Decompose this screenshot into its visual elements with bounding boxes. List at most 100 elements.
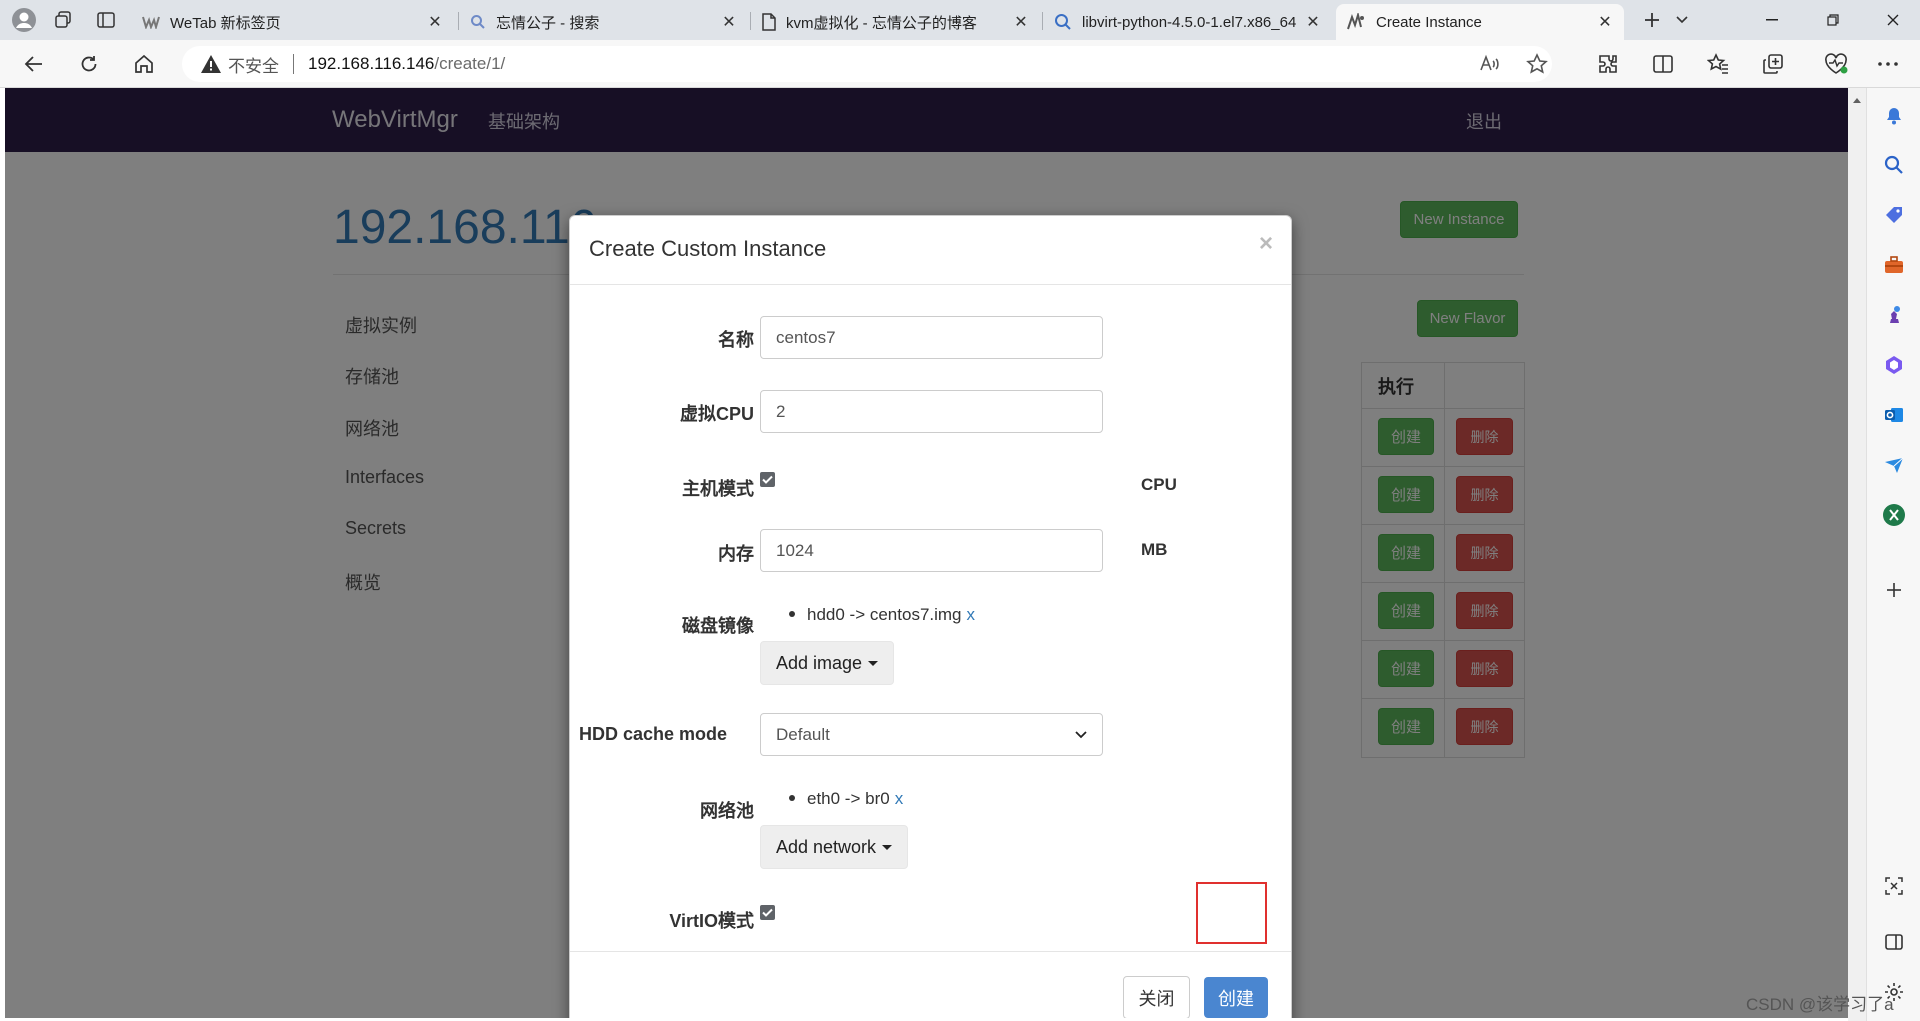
vertical-tabs-icon[interactable]	[90, 4, 122, 36]
tab-search[interactable]: 忘情公子 - 搜索 ✕	[460, 4, 748, 40]
watermark-text: CSDN @该学习了a	[1746, 995, 1894, 1014]
read-aloud-icon[interactable]	[1478, 53, 1500, 75]
screenshot-capture-icon[interactable]	[1880, 872, 1908, 900]
notification-bell-icon[interactable]	[1880, 101, 1908, 129]
profile-avatar-icon[interactable]	[8, 4, 40, 36]
remove-network-link[interactable]: x	[895, 789, 904, 808]
host-mode-unit: CPU	[1141, 475, 1177, 494]
tab-separator	[750, 12, 751, 30]
tab-close-icon[interactable]: ✕	[1012, 13, 1030, 31]
memory-unit: MB	[1141, 540, 1168, 559]
outlook-icon[interactable]	[1880, 401, 1908, 429]
add-image-dropdown[interactable]: Add image	[760, 641, 895, 685]
highlight-annotation-box	[1196, 882, 1267, 944]
modal-title: Create Custom Instance	[589, 236, 827, 261]
document-icon	[762, 13, 776, 31]
modal-header: Create Custom Instance ×	[570, 216, 1291, 285]
browser-essentials-icon[interactable]	[1818, 48, 1854, 80]
shopping-tag-icon[interactable]	[1880, 201, 1908, 229]
scroll-up-arrow-icon	[1853, 98, 1861, 103]
address-bar[interactable]: 不安全 192.168.116.146/create/1/	[182, 46, 1552, 82]
tab-kvm-blog[interactable]: kvm虚拟化 - 忘情公子的博客 ✕	[752, 4, 1040, 40]
disk-image-label: 磁盘镜像	[682, 616, 754, 636]
tab-wetab[interactable]: WeTab 新标签页 ✕	[132, 4, 454, 40]
close-button[interactable]: 关闭	[1123, 976, 1190, 1018]
wetab-icon	[142, 15, 160, 29]
tab-close-icon[interactable]: ✕	[720, 13, 738, 31]
tab-title: kvm虚拟化 - 忘情公子的博客	[786, 14, 977, 32]
search-icon	[470, 14, 486, 30]
caret-down-icon	[882, 844, 893, 850]
workspaces-icon[interactable]	[47, 4, 79, 36]
tab-create-instance[interactable]: Create Instance ✕	[1336, 4, 1624, 40]
add-sidebar-app-icon[interactable]	[1880, 576, 1908, 604]
edge-sidebar	[1866, 88, 1920, 1021]
webvirtmgr-icon	[1346, 13, 1366, 31]
add-network-dropdown[interactable]: Add network	[760, 825, 909, 869]
tab-separator	[458, 12, 459, 30]
hdd-cache-select[interactable]: Default	[760, 713, 1103, 756]
name-label: 名称	[718, 330, 754, 350]
virtio-label: VirtIO模式	[669, 911, 754, 931]
network-item-text: eth0 -> br0	[807, 789, 890, 808]
page-scrollbar[interactable]	[1848, 88, 1866, 1021]
disk-item-text: hdd0 -> centos7.img	[807, 605, 962, 624]
tab-close-icon[interactable]: ✕	[1596, 13, 1614, 31]
close-window-icon[interactable]	[1866, 0, 1920, 40]
sidebar-toggle-icon[interactable]	[1880, 928, 1908, 956]
browser-toolbar: 不安全 192.168.116.146/create/1/	[0, 40, 1920, 88]
tab-separator	[1042, 12, 1043, 30]
excel-extension-icon[interactable]	[1880, 501, 1908, 529]
tab-list-chevron-down-icon[interactable]	[1666, 4, 1698, 36]
memory-input[interactable]: 1024	[760, 529, 1103, 572]
tab-close-icon[interactable]: ✕	[1304, 13, 1322, 31]
name-input[interactable]: centos7	[760, 316, 1103, 359]
more-menu-icon[interactable]	[1870, 48, 1906, 80]
tab-title: 忘情公子 - 搜索	[496, 14, 600, 32]
host-mode-checkbox[interactable]	[760, 472, 775, 487]
extensions-icon[interactable]	[1590, 48, 1626, 80]
create-button[interactable]: 创建	[1204, 977, 1268, 1018]
tools-briefcase-icon[interactable]	[1880, 251, 1908, 279]
caret-down-icon	[868, 660, 879, 666]
tab-close-icon[interactable]: ✕	[426, 13, 444, 31]
collections-icon[interactable]	[1755, 48, 1791, 80]
chevron-down-icon	[1075, 730, 1087, 739]
security-label[interactable]: 不安全	[228, 52, 279, 77]
refresh-icon[interactable]	[71, 48, 107, 80]
favorites-icon[interactable]	[1700, 48, 1736, 80]
memory-label: 内存	[718, 544, 754, 564]
modal-footer-divider	[570, 951, 1291, 952]
split-screen-icon[interactable]	[1645, 48, 1681, 80]
disk-list-item: hdd0 -> centos7.img x	[789, 605, 975, 625]
back-arrow-icon[interactable]	[16, 48, 52, 80]
address-divider	[293, 54, 294, 74]
vcpu-label: 虚拟CPU	[679, 404, 754, 424]
host-mode-label: 主机模式	[682, 479, 754, 499]
drop-send-icon[interactable]	[1880, 451, 1908, 479]
restore-icon[interactable]	[1806, 0, 1860, 40]
minimize-icon[interactable]	[1745, 0, 1799, 40]
tab-title: libvirt-python-4.5.0-1.el7.x86_64	[1082, 13, 1297, 31]
microsoft365-icon[interactable]	[1880, 351, 1908, 379]
vcpu-input[interactable]: 2	[760, 390, 1103, 433]
virtio-checkbox[interactable]	[760, 905, 775, 920]
url-path: /create/1/	[434, 54, 506, 73]
tab-title: WeTab 新标签页	[170, 14, 281, 32]
network-label: 网络池	[700, 801, 754, 821]
hdd-cache-label: HDD cache mode	[579, 724, 728, 744]
search-icon[interactable]	[1880, 151, 1908, 179]
add-network-label: Add network	[776, 836, 877, 857]
browser-tab-strip: WeTab 新标签页 ✕ 忘情公子 - 搜索 ✕ kvm虚拟化 - 忘情公子的博…	[0, 0, 1920, 40]
remove-disk-link[interactable]: x	[967, 605, 976, 624]
new-tab-icon[interactable]	[1636, 4, 1668, 36]
warning-triangle-icon[interactable]	[200, 53, 222, 75]
tab-libvirt-search[interactable]: libvirt-python-4.5.0-1.el7.x86_64 ✕	[1044, 4, 1332, 40]
tab-title: Create Instance	[1376, 13, 1482, 31]
home-icon[interactable]	[126, 48, 162, 80]
page-content: WebVirtMgr 基础架构 退出 192.168.116 New Insta…	[5, 88, 1848, 1018]
games-chess-icon[interactable]	[1880, 301, 1908, 329]
hdd-cache-value: Default	[776, 724, 830, 744]
modal-close-icon[interactable]: ×	[1259, 230, 1273, 258]
favorite-star-icon[interactable]	[1526, 53, 1548, 75]
